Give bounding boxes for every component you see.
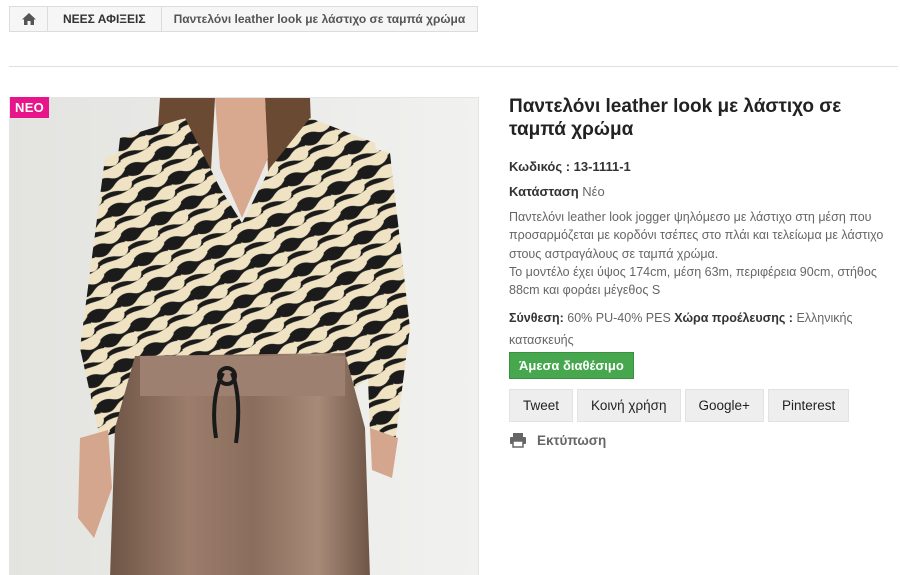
composition-value: 60% PU-40% PES (567, 311, 671, 326)
print-label: Εκτύπωση (537, 432, 607, 448)
product-condition: Κατάσταση Νέο (509, 184, 884, 199)
product-image[interactable] (9, 97, 479, 575)
breadcrumb-current: Παντελόνι leather look με λάστιχο σε ταμ… (173, 12, 466, 26)
product-reference: Κωδικός : 13-1111-1 (509, 159, 631, 174)
composition-label: Σύνθεση: (509, 311, 564, 326)
product-composition: Σύνθεση: 60% PU-40% PES Χώρα προέλευσης … (509, 307, 884, 351)
product-info: Παντελόνι leather look με λάστιχο σε ταμ… (509, 95, 884, 449)
availability-badge: Άμεσα διαθέσιμο (509, 352, 634, 380)
breadcrumb: ΝΕΕΣ ΑΦΙΞΕΙΣ Παντελόνι leather look με λ… (9, 6, 479, 32)
print-link[interactable]: Εκτύπωση (509, 432, 884, 449)
product-description: Παντελόνι leather look jogger ψηλόμεσο μ… (509, 208, 884, 299)
breadcrumb-home[interactable] (10, 7, 48, 31)
breadcrumb-category[interactable]: ΝΕΕΣ ΑΦΙΞΕΙΣ (48, 7, 162, 31)
share-button[interactable]: Κοινή χρήση (577, 389, 681, 423)
google-plus-button[interactable]: Google+ (684, 389, 764, 423)
tweet-button[interactable]: Tweet (509, 389, 574, 423)
description-model: Το μοντέλο έχει ύψος 174cm, μέση 63m, πε… (509, 264, 877, 298)
condition-value: Νέο (582, 184, 605, 199)
new-badge: ΝΕΟ (10, 97, 50, 118)
product-title: Παντελόνι leather look με λάστιχο σε ταμ… (509, 96, 842, 140)
divider (9, 66, 898, 67)
product-photo (10, 98, 478, 575)
description-text: Παντελόνι leather look jogger ψηλόμεσο μ… (509, 210, 884, 261)
social-sharing: Tweet Κοινή χρήση Google+ Pinterest (509, 389, 884, 423)
condition-label: Κατάσταση (509, 184, 579, 199)
printer-icon (510, 433, 526, 449)
home-icon (21, 13, 36, 25)
pinterest-button[interactable]: Pinterest (767, 389, 850, 423)
origin-label: Χώρα προέλευσης : (674, 311, 793, 326)
